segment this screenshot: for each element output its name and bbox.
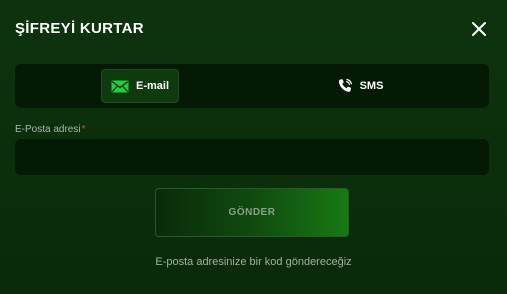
tab-email[interactable]: E-mail: [101, 69, 179, 103]
dialog-title: ŞİFREYİ KURTAR: [15, 20, 144, 37]
close-button[interactable]: [469, 19, 489, 39]
tab-email-label: E-mail: [135, 80, 169, 92]
tab-sms[interactable]: SMS: [325, 69, 395, 103]
email-field[interactable]: [15, 139, 489, 175]
close-icon: [472, 22, 486, 36]
phone-icon: [337, 78, 353, 94]
send-button[interactable]: GÖNDER: [155, 188, 349, 237]
email-field-label: E-Posta adresi*: [15, 124, 86, 136]
hint-text: E-posta adresinize bir kod göndereceğiz: [155, 256, 352, 268]
envelope-icon: [111, 80, 129, 93]
required-mark: *: [81, 124, 86, 135]
email-label-text: E-Posta adresi: [15, 124, 81, 135]
method-tabs: E-mail SMS: [15, 64, 489, 108]
recover-password-dialog: ŞİFREYİ KURTAR E-mail SMS E-Posta adresi…: [0, 0, 507, 294]
tab-sms-label: SMS: [359, 80, 384, 92]
